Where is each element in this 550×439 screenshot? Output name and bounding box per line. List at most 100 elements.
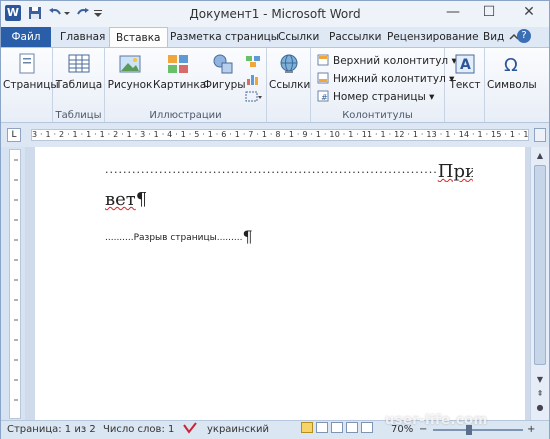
- document-page[interactable]: ........................................…: [35, 147, 525, 420]
- header-label: Верхний колонтитул: [333, 55, 449, 67]
- page-break-dots-left: ..........: [105, 233, 134, 243]
- shapes-button[interactable]: Фигуры: [203, 52, 246, 91]
- text-button[interactable]: A Текст: [447, 52, 483, 91]
- pilcrow-mark: ¶: [135, 189, 148, 210]
- table-icon: [67, 52, 91, 76]
- tab-home[interactable]: Главная: [54, 27, 111, 47]
- page-break-pilcrow: ¶: [242, 227, 253, 246]
- picture-label: Рисунок: [107, 79, 153, 91]
- group-header-footer: Верхний колонтитул ▾ Нижний колонтитул ▾…: [311, 48, 457, 122]
- page-count[interactable]: Страница: 1 из 2: [7, 421, 96, 439]
- document-canvas: ........................................…: [25, 147, 530, 420]
- picture-icon: [118, 52, 142, 76]
- title-bar: W Документ1 - Microsoft Word — ☐ ✕: [1, 1, 549, 27]
- help-icon[interactable]: ?: [517, 29, 531, 43]
- draft-view-icon[interactable]: [361, 422, 373, 433]
- shapes-icon: [211, 52, 235, 76]
- group-illustrations: Рисунок Картинка Фигуры Иллюстрации: [105, 48, 267, 122]
- tab-insert[interactable]: Вставка: [109, 27, 168, 48]
- svg-text:A: A: [460, 57, 471, 73]
- table-button[interactable]: Таблица: [55, 52, 103, 91]
- clipart-icon: [166, 52, 190, 76]
- screenshot-icon[interactable]: [245, 90, 263, 107]
- ribbon: Страницы Таблица Таблицы Рисунок Картинк…: [1, 47, 549, 123]
- word-count[interactable]: Число слов: 1: [103, 421, 174, 439]
- omega-icon: Ω: [499, 52, 523, 76]
- symbols-button[interactable]: Ω Символы: [487, 52, 537, 91]
- previous-page-icon[interactable]: ⇞: [533, 387, 547, 401]
- ruler-toggle-button[interactable]: [534, 128, 546, 142]
- full-screen-view-icon[interactable]: [316, 422, 328, 433]
- page-number-dropdown-icon: ▾: [429, 91, 435, 103]
- group-links: Ссылки: [267, 48, 311, 122]
- footer-button[interactable]: Нижний колонтитул ▾: [317, 72, 454, 85]
- spellcheck-icon[interactable]: [181, 421, 199, 439]
- view-buttons: [301, 421, 376, 439]
- browse-object-icon[interactable]: ●: [533, 401, 547, 415]
- footer-icon: [317, 72, 329, 84]
- scroll-thumb[interactable]: [534, 165, 546, 365]
- smartart-icon[interactable]: [245, 54, 261, 71]
- outline-view-icon[interactable]: [346, 422, 358, 433]
- group-symbols: Ω Символы: [485, 48, 537, 122]
- group-tables: Таблица Таблицы: [53, 48, 105, 122]
- vertical-scrollbar[interactable]: ▲ ▼ ⇞ ●: [530, 147, 549, 420]
- minimize-button[interactable]: —: [437, 1, 469, 25]
- tab-file[interactable]: Файл: [1, 27, 51, 47]
- word-pri: При-: [437, 161, 473, 182]
- vertical-ruler[interactable]: [9, 149, 21, 419]
- chart-icon[interactable]: [245, 72, 261, 89]
- web-layout-view-icon[interactable]: [331, 422, 343, 433]
- svg-text:Ω: Ω: [504, 55, 518, 76]
- paragraph-line-1: ........................................…: [105, 161, 473, 182]
- paragraph-line-2: вет¶: [105, 189, 147, 210]
- header-icon: [317, 54, 329, 66]
- links-label: Ссылки: [269, 79, 311, 91]
- group-header-footer-label: Колонтитулы: [342, 110, 413, 121]
- symbols-label: Символы: [487, 79, 537, 91]
- pages-label: Страницы: [3, 79, 59, 91]
- footer-label: Нижний колонтитул: [333, 73, 446, 85]
- print-layout-view-icon[interactable]: [301, 422, 313, 433]
- textbox-icon: A: [453, 52, 477, 76]
- page-number-icon: #: [317, 90, 329, 102]
- tab-review[interactable]: Рецензирование: [381, 27, 485, 47]
- svg-text:#: #: [321, 93, 328, 102]
- zoom-slider[interactable]: [433, 429, 523, 431]
- group-text: A Текст: [445, 48, 485, 122]
- word-window: W Документ1 - Microsoft Word — ☐ ✕ Файл …: [0, 0, 550, 439]
- tab-references[interactable]: Ссылки: [272, 27, 325, 47]
- group-illustrations-label: Иллюстрации: [149, 110, 222, 121]
- page-number-label: Номер страницы: [333, 91, 426, 103]
- table-label: Таблица: [55, 79, 103, 91]
- page-number-button[interactable]: # Номер страницы ▾: [317, 90, 434, 103]
- horizontal-ruler[interactable]: 3 · 1 · 2 · 1 · 1 · 1 · 2 · 1 · 3 · 1 · …: [31, 129, 529, 141]
- leader-dots: ........................................…: [105, 163, 438, 176]
- page-break-label: Разрыв страницы: [133, 233, 217, 243]
- tab-mailings[interactable]: Рассылки: [323, 27, 387, 47]
- pages-icon: [15, 52, 39, 76]
- language-indicator[interactable]: украинский: [207, 421, 269, 439]
- links-button[interactable]: Ссылки: [269, 52, 311, 91]
- ruler-bar: L 3 · 1 · 2 · 1 · 1 · 1 · 2 · 1 · 3 · 1 …: [1, 123, 549, 147]
- group-pages: Страницы: [1, 48, 59, 122]
- close-button[interactable]: ✕: [509, 1, 549, 25]
- pages-button[interactable]: Страницы: [3, 52, 59, 91]
- page-break: ..........Разрыв страницы.........¶: [105, 227, 253, 246]
- group-tables-label: Таблицы: [55, 110, 102, 121]
- shapes-label: Фигуры: [203, 79, 246, 91]
- maximize-button[interactable]: ☐: [473, 1, 505, 25]
- clipart-button[interactable]: Картинка: [153, 52, 207, 91]
- watermark: user-life.com: [385, 413, 488, 428]
- zoom-in-button[interactable]: +: [527, 421, 535, 439]
- tab-page-layout[interactable]: Разметка страницы: [164, 27, 285, 47]
- text-label: Текст: [449, 79, 481, 91]
- scroll-up-icon[interactable]: ▲: [533, 149, 547, 163]
- tab-stop-selector[interactable]: L: [7, 128, 21, 142]
- header-button[interactable]: Верхний колонтитул ▾: [317, 54, 457, 67]
- globe-link-icon: [277, 52, 301, 76]
- word-vet: вет: [105, 189, 136, 210]
- clipart-label: Картинка: [153, 79, 207, 91]
- picture-button[interactable]: Рисунок: [107, 52, 153, 91]
- scroll-down-icon[interactable]: ▼: [533, 373, 547, 387]
